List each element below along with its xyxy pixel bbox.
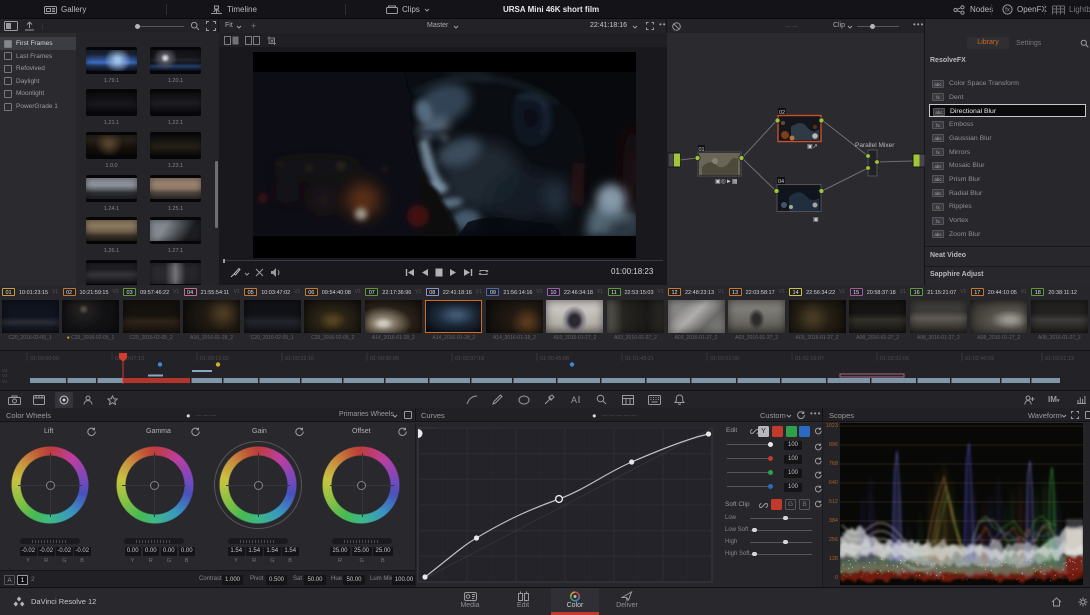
svg-text:01:02:46:09: 01:02:46:09 <box>965 356 994 362</box>
svg-text:01:00:00:00: 01:00:00:00 <box>30 356 59 362</box>
svg-text:01:00:22:16: 01:00:22:16 <box>285 356 314 362</box>
svg-text:V2: V2 <box>2 373 8 378</box>
svg-text:▣◎►▦: ▣◎►▦ <box>715 179 738 185</box>
svg-text:Parallel Mixer: Parallel Mixer <box>855 142 895 149</box>
svg-text:01:00:30:05: 01:00:30:05 <box>370 356 399 362</box>
svg-text:01:00:15:02: 01:00:15:02 <box>200 356 229 362</box>
svg-text:01:03:01:12: 01:03:01:12 <box>1045 356 1074 362</box>
svg-text:01:01:45:21: 01:01:45:21 <box>625 356 654 362</box>
svg-text:01:00:45:08: 01:00:45:08 <box>540 356 569 362</box>
svg-text:fx: fx <box>1005 8 1010 14</box>
svg-text:01:02:31:06: 01:02:31:06 <box>880 356 909 362</box>
svg-text:V1: V1 <box>2 379 8 384</box>
svg-text:▣: ▣ <box>813 217 819 223</box>
svg-text:01:00:37:19: 01:00:37:19 <box>455 356 484 362</box>
svg-text:A: A <box>571 395 577 405</box>
svg-text:▣↗: ▣↗ <box>807 144 818 150</box>
svg-text:01:02:16:07: 01:02:16:07 <box>795 356 824 362</box>
svg-text:01:02:01:00: 01:02:01:00 <box>710 356 739 362</box>
